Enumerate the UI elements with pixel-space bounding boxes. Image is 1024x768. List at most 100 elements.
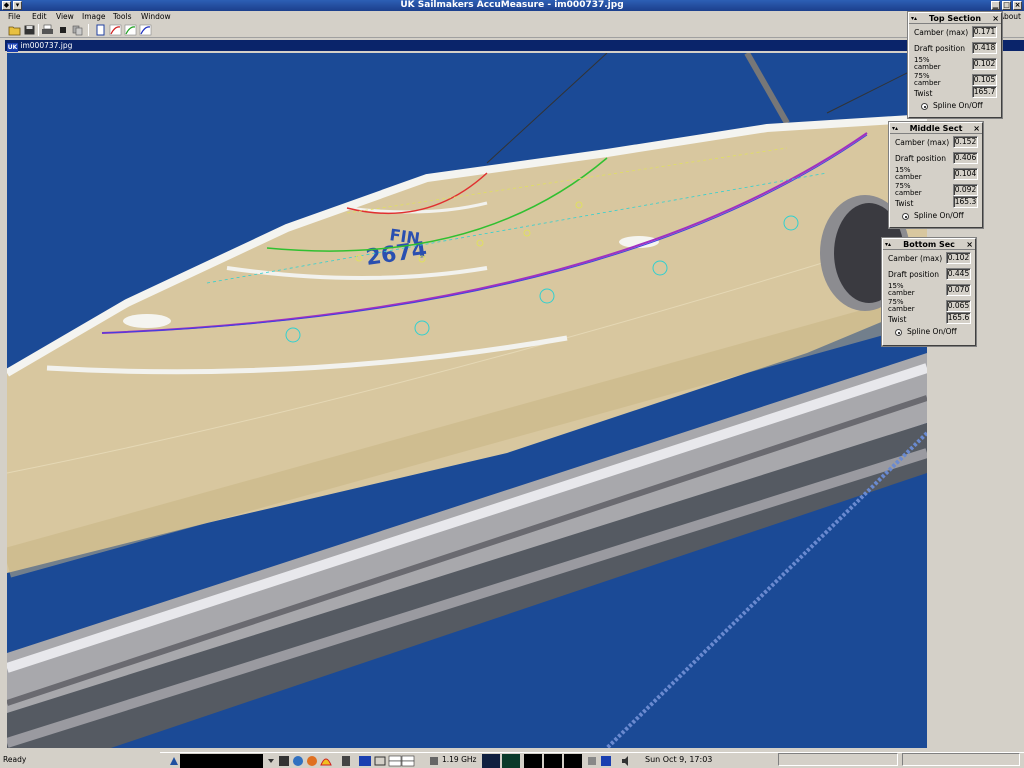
spline-toggle[interactable]: Spline On/Off: [909, 100, 1001, 112]
menu-edit[interactable]: Edit: [32, 11, 47, 22]
print-icon[interactable]: [41, 24, 54, 36]
close-icon[interactable]: ×: [992, 13, 999, 24]
collapse-arrows-icon[interactable]: ▾▴: [911, 13, 917, 24]
document-icon[interactable]: [94, 24, 107, 36]
camber15-label: 15% camber: [914, 56, 941, 71]
image-canvas[interactable]: FIN 2674: [7, 53, 927, 748]
toolbar-separator: [88, 24, 89, 36]
camber15-row: 15% camber 0.104: [890, 166, 982, 182]
twist-row: Twist 165.6: [883, 312, 975, 326]
radio-icon[interactable]: [921, 103, 928, 110]
twist-value: 165.7: [972, 86, 997, 98]
twist-label: Twist: [914, 89, 933, 98]
task-button[interactable]: [902, 753, 1020, 766]
twist-row: Twist 165.7: [909, 86, 1001, 100]
panel-title-bar[interactable]: ▾▴ Bottom Sec ×: [883, 239, 975, 250]
app-title-bar: ◆ ▾ UK Sailmakers AccuMeasure - im000737…: [0, 0, 1024, 11]
close-button[interactable]: ×: [1013, 1, 1022, 10]
camber-row: Camber (max) 0.171: [909, 24, 1001, 40]
spline-toggle[interactable]: Spline On/Off: [883, 326, 975, 338]
terminal-icon[interactable]: [278, 755, 290, 767]
uk-app-icon[interactable]: [358, 755, 372, 767]
menu-file[interactable]: File: [8, 11, 21, 22]
draft-value: 0.445: [946, 268, 971, 280]
menu-bar: File Edit View Image Tools Window About: [0, 11, 1024, 22]
pager-area[interactable]: [180, 754, 263, 768]
draft-label: Draft position: [914, 44, 965, 53]
menu-window[interactable]: Window: [141, 11, 171, 22]
draft-label: Draft position: [888, 270, 939, 279]
twist-label: Twist: [888, 315, 907, 324]
menu-image[interactable]: Image: [82, 11, 106, 22]
volume-icon[interactable]: [620, 755, 634, 767]
panel-title-bar[interactable]: ▾▴ Middle Sect ×: [890, 123, 982, 134]
window-list-icon[interactable]: [374, 755, 386, 767]
menu-view[interactable]: View: [56, 11, 74, 22]
twist-value: 165.6: [946, 312, 971, 324]
window-menu-icon[interactable]: ◆: [2, 1, 11, 10]
minimize-button[interactable]: ▁: [991, 1, 1000, 10]
camber15-value: 0.070: [946, 284, 971, 296]
draft-row: Draft position 0.418: [909, 40, 1001, 56]
twist-value: 165.3: [953, 196, 978, 208]
arrow-icon[interactable]: [266, 755, 276, 767]
kde-menu-icon[interactable]: [168, 755, 180, 767]
clock[interactable]: Sun Oct 9, 17:03: [645, 752, 712, 768]
swap-graph: [564, 754, 582, 768]
blue-spline-icon[interactable]: [139, 24, 152, 36]
camber75-value: 0.065: [946, 300, 971, 312]
panel-title-bar[interactable]: ▾▴ Top Section ×: [909, 13, 1001, 24]
red-spline-icon[interactable]: [109, 24, 122, 36]
middle-section-panel: ▾▴ Middle Sect × Camber (max) 0.152 Draft…: [889, 122, 983, 228]
camber-label: Camber (max): [895, 138, 950, 147]
shell-icon[interactable]: [320, 755, 332, 767]
uk-tray-icon[interactable]: [600, 755, 612, 767]
radio-icon[interactable]: [902, 213, 909, 220]
camber-value: 0.171: [972, 26, 997, 38]
browser-icon[interactable]: [292, 755, 304, 767]
sail-photo[interactable]: FIN 2674: [7, 53, 927, 748]
calculator-icon[interactable]: [340, 755, 352, 767]
maximize-button[interactable]: □: [1002, 1, 1011, 10]
menu-about[interactable]: About: [999, 11, 1021, 22]
menu-tools[interactable]: Tools: [113, 11, 131, 22]
camber-value: 0.152: [953, 136, 978, 148]
firefox-icon[interactable]: [306, 755, 318, 767]
collapse-arrows-icon[interactable]: ▾▴: [885, 239, 891, 250]
camber15-value: 0.102: [972, 58, 997, 70]
minimize-small-icon[interactable]: ▾: [13, 1, 22, 10]
camber15-row: 15% camber 0.070: [883, 282, 975, 298]
clipboard-icon[interactable]: [586, 755, 598, 767]
task-button[interactable]: [778, 753, 898, 766]
cut-icon[interactable]: [57, 24, 70, 36]
network-graph: [502, 754, 520, 768]
radio-icon[interactable]: [895, 329, 902, 336]
camber75-label: 75% camber: [888, 298, 915, 313]
document-title-bar[interactable]: UK im000737.jpg: [5, 40, 1024, 52]
panel-title: Bottom Sec: [903, 240, 955, 249]
load-graph: [544, 754, 562, 768]
green-spline-icon[interactable]: [124, 24, 137, 36]
camber-row: Camber (max) 0.152: [890, 134, 982, 150]
open-folder-icon[interactable]: [8, 24, 21, 36]
camber-label: Camber (max): [914, 28, 969, 37]
cpu-icon: [430, 757, 438, 765]
camber15-value: 0.104: [953, 168, 978, 180]
close-icon[interactable]: ×: [973, 123, 980, 134]
uk-logo-icon: UK: [7, 43, 18, 52]
panel-title: Top Section: [928, 14, 982, 23]
spline-toggle[interactable]: Spline On/Off: [890, 210, 982, 222]
bottom-section-panel: ▾▴ Bottom Sec × Camber (max) 0.102 Draft …: [882, 238, 976, 346]
desktop-pager-icon[interactable]: [388, 755, 416, 767]
collapse-arrows-icon[interactable]: ▾▴: [892, 123, 898, 134]
cpu-frequency: 1.19 GHz: [442, 755, 477, 764]
camber-label: Camber (max): [888, 254, 943, 263]
document-title: im000737.jpg: [20, 41, 73, 50]
top-section-panel: ▾▴ Top Section × Camber (max) 0.171 Draft…: [908, 12, 1002, 118]
save-icon[interactable]: [23, 24, 36, 36]
spline-label: Spline On/Off: [907, 327, 957, 336]
copy-icon[interactable]: [71, 24, 84, 36]
close-icon[interactable]: ×: [966, 239, 973, 250]
cpu-graph: [482, 754, 500, 768]
draft-row: Draft position 0.445: [883, 266, 975, 282]
